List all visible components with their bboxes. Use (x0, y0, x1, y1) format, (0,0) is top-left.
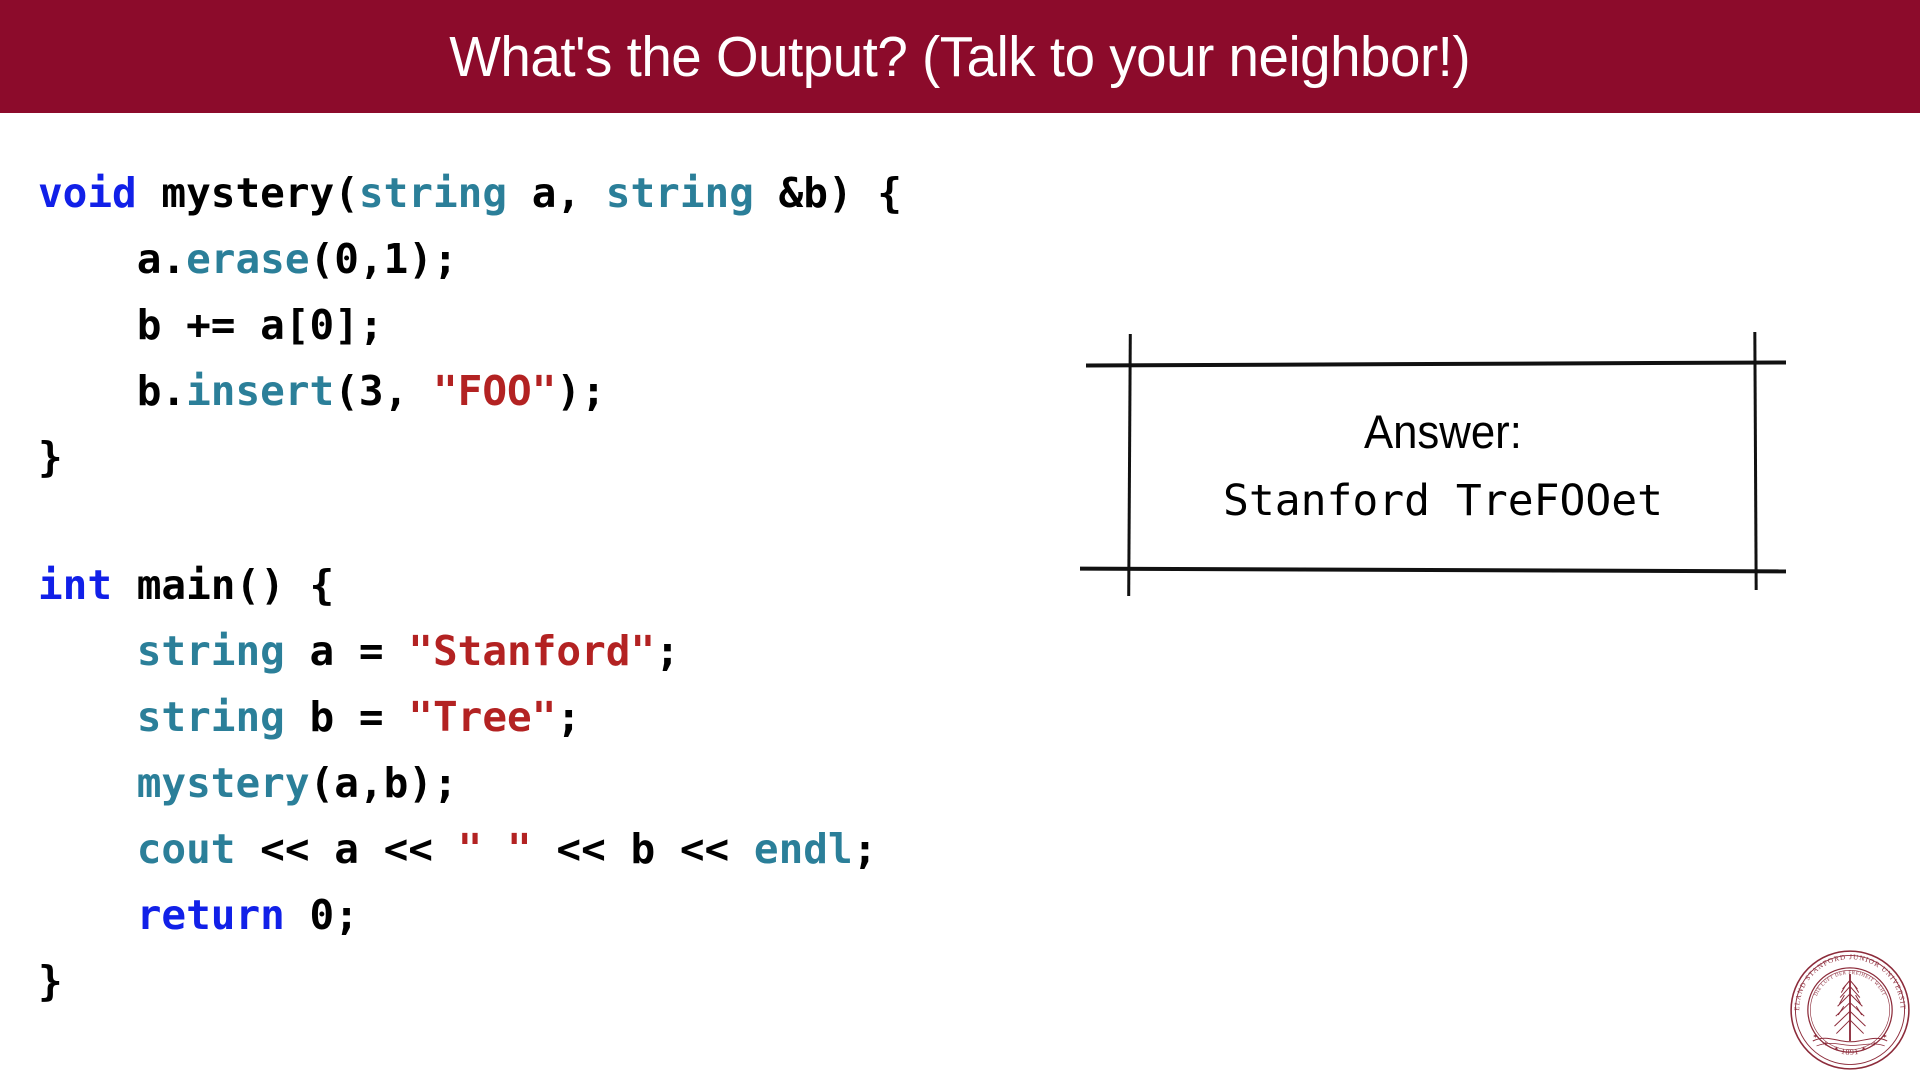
code-token-plain: &b) { (753, 169, 902, 217)
code-line: a.erase(0,1); (38, 226, 1118, 292)
code-token-type: erase (186, 235, 310, 283)
code-token-plain: (0,1); (309, 235, 458, 283)
code-token-kw: return (136, 891, 285, 939)
code-line: b.insert(3, "FOO"); (38, 358, 1118, 424)
answer-box-content: Answer: Stanford TreFOOet (1132, 370, 1754, 566)
slide-title-banner: What's the Output? (Talk to your neighbo… (0, 0, 1920, 113)
code-block: void mystery(string a, string &b) { a.er… (38, 160, 1118, 1014)
answer-box: Answer: Stanford TreFOOet (1079, 331, 1787, 597)
code-token-plain: ); (556, 367, 606, 415)
code-token-plain: b += a[0]; (38, 301, 384, 349)
code-token-plain: ; (655, 627, 680, 675)
code-token-plain: ; (852, 825, 878, 873)
code-token-plain: } (38, 957, 63, 1005)
svg-text:✶: ✶ (1861, 1045, 1867, 1053)
code-token-plain: main() { (112, 561, 335, 609)
code-token-plain: a. (38, 235, 187, 283)
svg-text:✶: ✶ (1872, 1040, 1878, 1048)
code-token-plain: (a,b); (309, 759, 458, 807)
answer-box-border-bottom (1079, 566, 1787, 574)
answer-label: Answer: (1364, 405, 1522, 458)
svg-text:✶: ✶ (1882, 1033, 1888, 1041)
code-token-str: " " (457, 825, 532, 873)
code-token-type: string (605, 169, 754, 217)
code-token-plain: << b << (531, 825, 754, 873)
code-token-kw: void (38, 169, 137, 217)
svg-text:✶: ✶ (1822, 1040, 1828, 1048)
svg-text:✶: ✶ (1812, 1033, 1818, 1041)
code-token-str: "Stanford" (408, 627, 656, 675)
code-token-type: cout (136, 825, 236, 873)
code-line: void mystery(string a, string &b) { (38, 160, 1118, 226)
code-token-type: mystery (136, 759, 310, 807)
code-token-plain: b. (38, 367, 187, 415)
code-line: int main() { (38, 552, 1118, 618)
svg-text:✶: ✶ (1834, 1045, 1840, 1053)
code-token-type: string (136, 627, 285, 675)
code-token-plain: a, (507, 169, 606, 217)
code-line (38, 490, 1118, 552)
svg-text:1891: 1891 (1840, 1047, 1859, 1057)
answer-box-border-top (1085, 360, 1787, 368)
code-line: string a = "Stanford"; (38, 618, 1118, 684)
code-token-plain: a = (284, 627, 409, 675)
code-token-kw: int (38, 561, 113, 609)
code-token-str: "FOO" (432, 367, 557, 415)
code-line: } (38, 424, 1118, 490)
code-token-type: string (358, 169, 508, 217)
code-token-plain: b = (284, 693, 409, 741)
code-token-str: "Tree" (408, 693, 557, 741)
code-line: return 0; (38, 882, 1118, 948)
answer-value: Stanford TreFOOet (1222, 476, 1664, 526)
stanford-seal-logo: LELAND STANFORD JUNIOR UNIVERSITY DIE LU… (1785, 942, 1912, 1072)
code-line: cout << a << " " << b << endl; (38, 816, 1118, 882)
code-token-plain: mystery( (136, 169, 359, 217)
code-token-plain: << a << (235, 825, 458, 873)
code-line: } (38, 948, 1118, 1014)
code-token-type: string (136, 693, 285, 741)
code-token-plain: } (38, 433, 63, 481)
code-line: string b = "Tree"; (38, 684, 1118, 750)
code-token-plain: (3, (334, 367, 433, 415)
code-line: b += a[0]; (38, 292, 1118, 358)
code-token-type: endl (753, 825, 853, 873)
code-line: mystery(a,b); (38, 750, 1118, 816)
page-title: What's the Output? (Talk to your neighbo… (449, 24, 1471, 89)
code-token-plain: ; (556, 693, 582, 741)
code-token-type: insert (186, 367, 335, 415)
code-token-plain: 0; (284, 891, 359, 939)
